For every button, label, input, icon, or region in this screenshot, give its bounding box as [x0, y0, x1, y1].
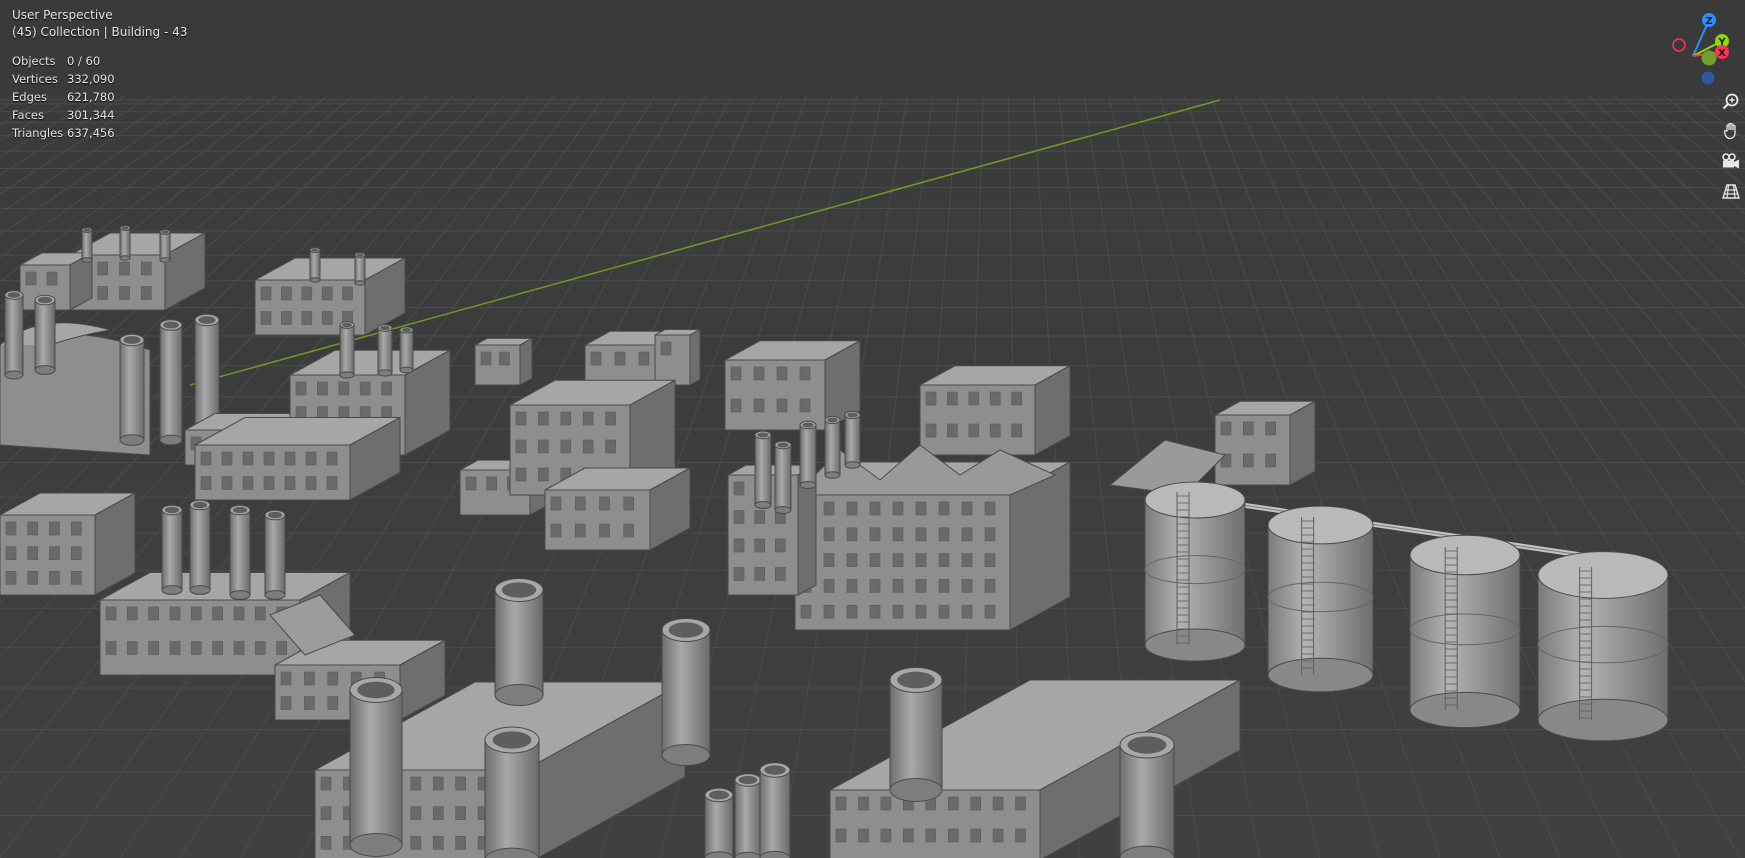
stats-row-triangles: Triangles 637,456: [12, 124, 115, 142]
grid-icon: [1722, 184, 1740, 199]
pan-button[interactable]: [1718, 118, 1744, 144]
storage-annex: [1214, 400, 1316, 486]
view-name: User Perspective: [12, 8, 113, 22]
smokestack: [399, 326, 414, 374]
camera-icon: [1722, 153, 1739, 169]
axis-neg-y-handle[interactable]: [1701, 50, 1717, 66]
smokestack: [484, 726, 540, 858]
gabled-building: [919, 364, 1071, 456]
smokestack: [339, 321, 355, 379]
smokestack: [754, 430, 772, 510]
stats-label: Objects: [12, 54, 56, 68]
smokestack: [264, 509, 286, 600]
axis-z-label: Z: [1705, 16, 1712, 27]
smokestack: [844, 410, 861, 469]
stats-label: Vertices: [12, 72, 58, 86]
stats-value: 637,456: [67, 126, 115, 140]
storage-tank-1: [1144, 481, 1246, 662]
stats-value: 621,780: [67, 90, 115, 104]
hand-icon: [1723, 122, 1736, 140]
long-shed: [194, 416, 401, 501]
smokestack: [119, 225, 131, 261]
collection-info: (45) Collection | Building - 43: [12, 25, 188, 39]
stats-row-vertices: Vertices 332,090: [12, 70, 115, 88]
scene-render: [0, 0, 1745, 858]
storage-tank-2: [1267, 505, 1374, 693]
stats-value: 0 / 60: [67, 54, 101, 68]
stats-row-objects: Objects 0 / 60: [12, 52, 115, 70]
smokestack: [734, 773, 762, 858]
stats-row-edges: Edges 621,780: [12, 88, 115, 106]
navigation-gizmo[interactable]: Y Z X: [1665, 5, 1745, 90]
smokestack: [189, 499, 211, 595]
left-edge-building: [0, 492, 136, 596]
stats-label: Edges: [12, 90, 47, 104]
smokestack: [774, 440, 792, 515]
smokestack: [661, 617, 711, 767]
smokestack: [34, 294, 56, 375]
smokestack: [704, 787, 734, 858]
axis-neg-z-handle[interactable]: [1701, 71, 1715, 85]
stats-label: Triangles: [12, 126, 64, 140]
zoom-button[interactable]: [1718, 89, 1744, 115]
stats-value: 332,090: [67, 72, 115, 86]
smokestack: [824, 415, 841, 479]
smokestack: [229, 504, 251, 600]
smokestack: [354, 252, 366, 286]
smokestack: [349, 677, 403, 857]
warehouse-back: [254, 257, 406, 336]
scaffold-tower: [474, 337, 533, 386]
smokestack: [309, 247, 321, 283]
smokestack: [81, 227, 93, 263]
stats-row-faces: Faces 301,344: [12, 106, 115, 124]
smokestack: [119, 333, 145, 446]
storage-tank-3: [1409, 534, 1521, 729]
axis-x-label: X: [1718, 48, 1726, 59]
smokestack: [377, 324, 393, 377]
smokestack: [1119, 731, 1175, 858]
smokestack: [889, 667, 943, 802]
smokestack: [159, 319, 183, 446]
annex-far-left: [19, 252, 93, 311]
storage-tank-4: [1537, 551, 1669, 742]
camera-view-button[interactable]: [1718, 148, 1744, 174]
ortho-toggle-button[interactable]: [1718, 178, 1744, 204]
smokestack: [4, 290, 24, 380]
factory-base: [544, 467, 691, 551]
scaffold-right: [654, 328, 701, 386]
smokestack: [494, 577, 544, 707]
stats-value: 301,344: [67, 108, 115, 122]
magnifier-plus-icon: [1722, 93, 1739, 110]
scene-statistics: Objects 0 / 60 Vertices 332,090 Edges 621,7…: [12, 52, 115, 142]
3d-viewport[interactable]: User Perspective (45) Collection | Build…: [0, 0, 1745, 858]
stats-label: Faces: [12, 108, 44, 122]
smokestack: [799, 420, 817, 490]
smokestack: [159, 229, 171, 263]
smokestack: [759, 762, 791, 858]
smokestack: [161, 504, 183, 595]
axis-neg-x-handle[interactable]: [1672, 38, 1686, 52]
process-plant: [724, 339, 861, 431]
